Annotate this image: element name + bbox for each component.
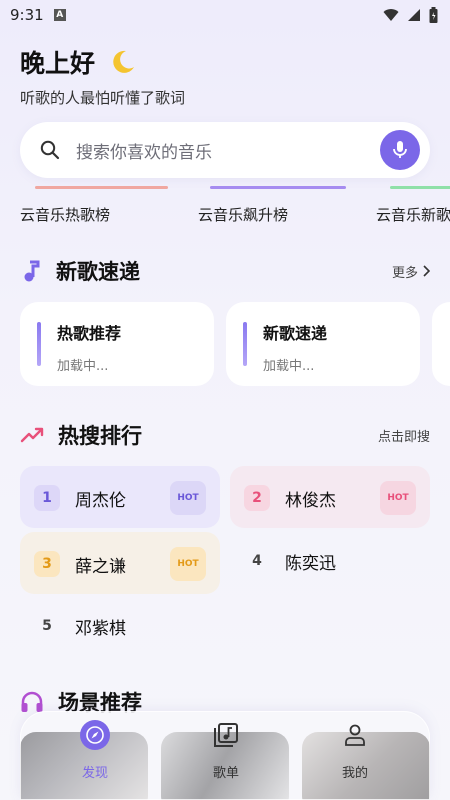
new-songs-cards: 热歌推荐 加载中... 新歌速递 加载中... <box>20 302 450 386</box>
rank-number: 4 <box>252 553 262 569</box>
rank-number: 5 <box>42 618 52 634</box>
hot-search-item[interactable]: 1 周杰伦 HOT <box>20 466 220 528</box>
chart-accent-line <box>35 186 168 189</box>
chart-accent-line <box>210 186 346 189</box>
card-status: 加载中... <box>57 359 109 374</box>
a-icon: A <box>53 9 66 21</box>
hot-badge: HOT <box>170 547 206 581</box>
status-time: 9:31 <box>10 6 44 24</box>
hot-search-name: 薛之谦 <box>75 557 126 577</box>
new-song-card-partial[interactable] <box>432 302 450 386</box>
hot-badge: HOT <box>170 481 206 515</box>
new-song-card[interactable]: 热歌推荐 加载中... <box>20 302 214 386</box>
search-icon <box>40 140 60 160</box>
hot-search-item[interactable]: 4 陈奕迅 <box>230 529 430 591</box>
new-song-card[interactable]: 新歌速递 加载中... <box>226 302 420 386</box>
moon-icon <box>113 50 134 73</box>
hot-search-hint: 点击即搜 <box>377 429 430 445</box>
mic-icon <box>393 141 407 158</box>
chart-item-hot[interactable]: 云音乐热歌榜 <box>20 204 110 225</box>
hot-search-item[interactable]: 3 薛之谦 HOT <box>20 532 220 594</box>
rank-badge: 1 <box>34 485 60 511</box>
card-accent-bar <box>243 322 247 366</box>
hot-search-item[interactable]: 2 林俊杰 HOT <box>230 466 430 528</box>
hot-search-item[interactable]: 5 邓紫棋 <box>20 594 220 656</box>
compass-icon <box>80 720 110 750</box>
hot-search-name: 陈奕迅 <box>285 554 336 574</box>
user-icon <box>340 720 370 750</box>
music-note-icon <box>24 260 40 282</box>
greeting-text: 晚上好 <box>20 49 96 78</box>
bottom-nav: 发现 歌单 我的 <box>20 711 430 800</box>
nav-label: 歌单 <box>212 766 239 781</box>
card-accent-bar <box>37 322 41 366</box>
playlist-icon <box>211 720 241 750</box>
card-status: 加载中... <box>263 359 315 374</box>
hot-search-name: 邓紫棋 <box>75 619 126 639</box>
status-icons <box>383 7 438 23</box>
card-title: 新歌速递 <box>263 324 328 343</box>
chart-strip: 云音乐热歌榜 云音乐飙升榜 云音乐新歌 <box>0 184 450 228</box>
status-bar: 9:31 A <box>0 0 450 30</box>
greeting-title: 晚上好 <box>20 44 136 80</box>
more-link[interactable]: 更多 <box>392 262 430 281</box>
trending-up-icon <box>20 427 44 443</box>
rank-badge: 2 <box>244 485 270 511</box>
nav-item-me[interactable]: 我的 <box>295 712 415 800</box>
search-input[interactable]: 搜索你喜欢的音乐 <box>76 138 380 163</box>
signal-icon <box>408 9 420 21</box>
chart-item-rising[interactable]: 云音乐飙升榜 <box>198 204 288 225</box>
wifi-icon <box>383 9 399 21</box>
greeting-subtitle: 听歌的人最怕听懂了歌词 <box>20 89 186 107</box>
new-songs-header: 新歌速递 更多 <box>20 256 430 286</box>
hot-search-header: 热搜排行 点击即搜 <box>20 420 430 450</box>
section-title: 新歌速递 <box>56 260 140 284</box>
hot-search-name: 周杰伦 <box>75 491 126 511</box>
headphones-icon <box>21 691 43 712</box>
rank-badge: 3 <box>34 551 60 577</box>
nav-label: 我的 <box>341 766 368 781</box>
battery-icon <box>429 7 438 23</box>
nav-item-playlist[interactable]: 歌单 <box>166 712 286 800</box>
more-label: 更多 <box>391 265 418 281</box>
hot-search-name: 林俊杰 <box>285 491 336 511</box>
section-title: 热搜排行 <box>58 424 142 448</box>
hot-badge: HOT <box>380 481 416 515</box>
search-bar[interactable]: 搜索你喜欢的音乐 <box>20 122 430 178</box>
chevron-right-icon <box>423 265 430 277</box>
chart-item-new[interactable]: 云音乐新歌 <box>376 204 450 225</box>
nav-item-discover[interactable]: 发现 <box>35 712 155 800</box>
card-title: 热歌推荐 <box>57 324 122 343</box>
nav-label: 发现 <box>81 766 108 781</box>
voice-search-button[interactable] <box>380 130 420 170</box>
chart-accent-line <box>390 186 450 189</box>
